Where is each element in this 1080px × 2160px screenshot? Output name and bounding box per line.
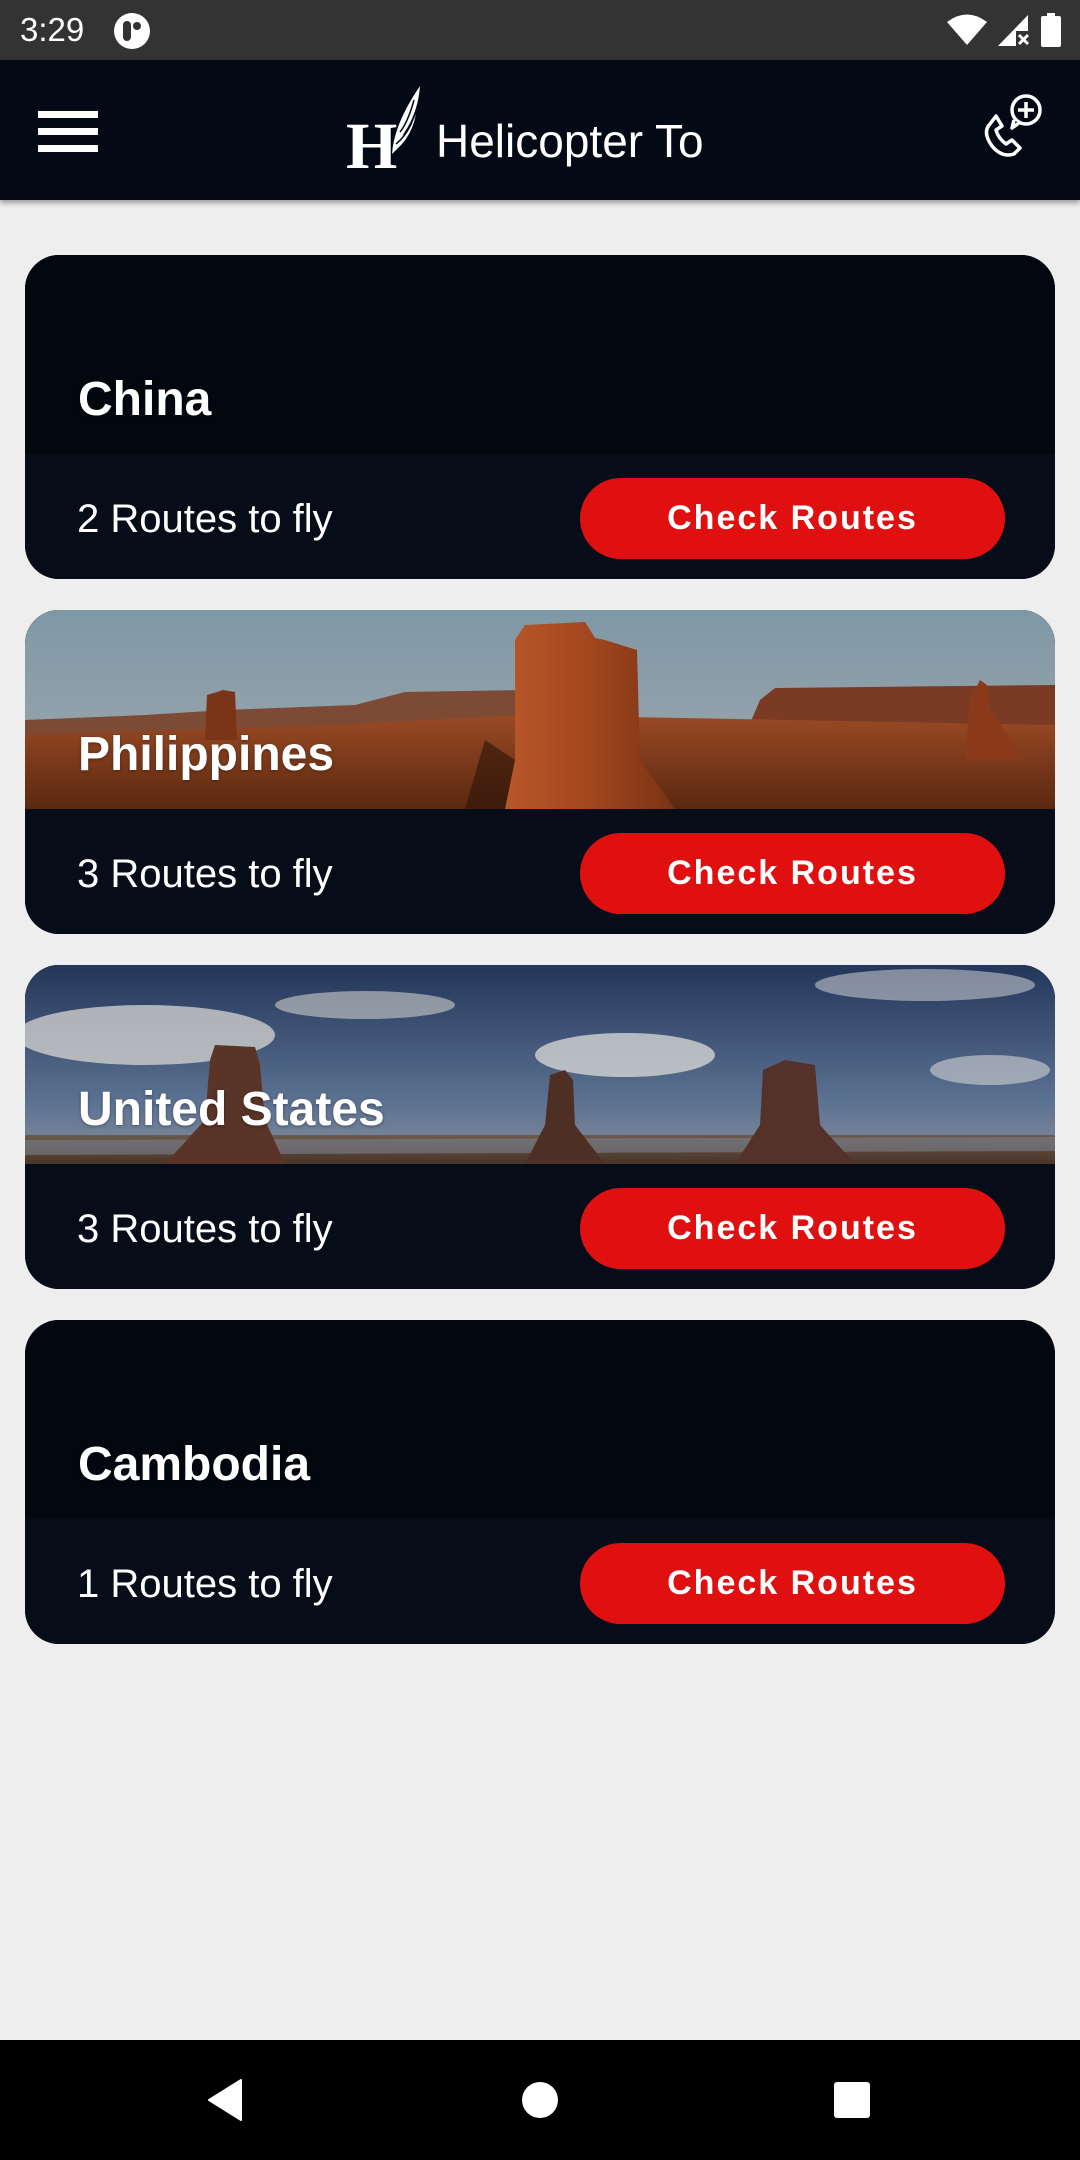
check-routes-button[interactable]: Check Routes — [580, 1543, 1005, 1624]
call-request-button[interactable] — [976, 92, 1048, 164]
navigation-bar — [0, 2040, 1080, 2160]
status-time: 3:29 — [20, 11, 85, 48]
routes-count: 3 Routes to fly — [77, 852, 333, 896]
destination-card[interactable]: United States 3 Routes to fly Check Rout… — [25, 965, 1055, 1289]
country-name: Philippines — [78, 728, 335, 781]
menu-button[interactable] — [30, 100, 106, 164]
country-name: United States — [78, 1083, 385, 1136]
battery-icon — [1041, 13, 1061, 47]
card-footer: 3 Routes to fly Check Routes — [25, 1164, 1055, 1289]
destination-card[interactable]: China 2 Routes to fly Check Routes — [25, 255, 1055, 579]
app-bar: H Helicopter To — [0, 60, 1080, 200]
check-routes-button[interactable]: Check Routes — [580, 478, 1005, 559]
hamburger-menu-icon-bar — [38, 145, 98, 152]
app-notification-icon — [114, 13, 150, 49]
card-header: Philippines — [25, 610, 1055, 809]
check-routes-button[interactable]: Check Routes — [580, 833, 1005, 914]
card-footer: 2 Routes to fly Check Routes — [25, 454, 1055, 579]
phone-add-icon — [984, 94, 1042, 157]
card-header: United States — [25, 965, 1055, 1164]
signal-no-sim-icon — [998, 15, 1030, 46]
routes-count: 3 Routes to fly — [77, 1207, 333, 1251]
country-name: China — [78, 373, 212, 426]
wifi-icon — [947, 14, 987, 45]
routes-count: 2 Routes to fly — [77, 497, 333, 541]
destination-card[interactable]: Cambodia 1 Routes to fly Check Routes — [25, 1320, 1055, 1644]
home-icon — [522, 2082, 558, 2118]
svg-text:H: H — [346, 110, 397, 172]
hamburger-menu-icon-bar — [38, 128, 98, 135]
card-header: China — [25, 255, 1055, 454]
hamburger-menu-icon — [38, 111, 98, 118]
recents-button[interactable] — [792, 2060, 912, 2140]
back-button[interactable] — [165, 2060, 285, 2140]
back-icon — [208, 2079, 242, 2121]
home-button[interactable] — [480, 2060, 600, 2140]
card-footer: 3 Routes to fly Check Routes — [25, 809, 1055, 934]
country-name: Cambodia — [78, 1438, 311, 1491]
helicopter-to-logo: H — [346, 86, 420, 172]
routes-count: 1 Routes to fly — [77, 1562, 333, 1606]
check-routes-button[interactable]: Check Routes — [580, 1188, 1005, 1269]
destination-list: China 2 Routes to fly Check Routes Phili… — [25, 255, 1055, 1675]
status-bar: 3:29 — [0, 0, 1080, 60]
recents-icon — [834, 2082, 870, 2118]
app-title: Helicopter To — [436, 115, 704, 167]
destination-card[interactable]: Philippines 3 Routes to fly Check Routes — [25, 610, 1055, 934]
card-footer: 1 Routes to fly Check Routes — [25, 1519, 1055, 1644]
card-header: Cambodia — [25, 1320, 1055, 1519]
